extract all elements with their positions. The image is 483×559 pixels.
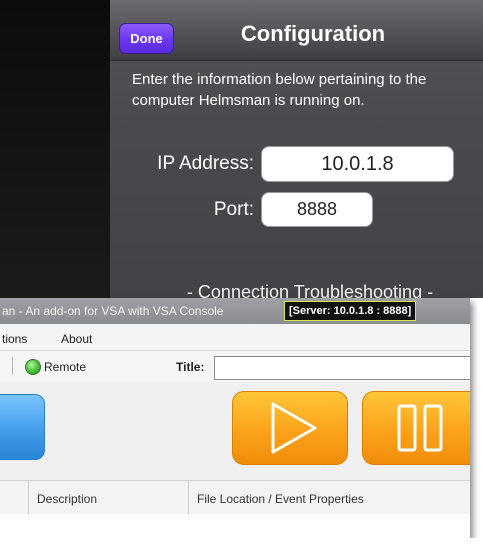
column-file-location[interactable]: File Location / Event Properties (197, 492, 364, 506)
ip-address-label: IP Address: (157, 153, 254, 174)
control-buttons-area (0, 382, 470, 480)
navigation-bar: Done Configuration (110, 0, 483, 61)
toolbar-divider (12, 357, 13, 375)
remote-status-icon (25, 359, 41, 375)
title-label: Title: (176, 360, 205, 374)
desktop-app-window: an - An add-on for VSA with VSA Console … (0, 298, 470, 538)
play-icon (271, 402, 317, 454)
window-title-bar[interactable]: an - An add-on for VSA with VSA Console … (0, 298, 470, 324)
menu-item-options[interactable]: tions (2, 332, 27, 346)
ipad-config-screen: Done Configuration Enter the information… (110, 0, 483, 298)
play-button[interactable] (232, 391, 348, 465)
port-field[interactable]: 8888 (261, 192, 373, 227)
event-list[interactable] (0, 514, 470, 538)
blue-action-button[interactable] (0, 394, 45, 460)
window-title: an - An add-on for VSA with VSA Console (2, 304, 224, 318)
ip-address-field[interactable]: 10.0.1.8 (261, 146, 454, 182)
background-dark-area (0, 0, 110, 298)
column-separator (28, 481, 29, 515)
troubleshooting-heading: - Connection Troubleshooting - (186, 282, 434, 298)
toolbar: Remote Title: (0, 351, 470, 383)
column-separator (188, 481, 189, 515)
menu-item-about[interactable]: About (61, 332, 92, 346)
intro-text: Enter the information below pertaining t… (132, 71, 427, 109)
menu-bar: tions About (0, 324, 470, 351)
page-title: Configuration (240, 21, 386, 46)
server-status-badge: [Server: 10.0.1.8 : 8888] (284, 301, 417, 321)
column-description[interactable]: Description (37, 492, 97, 506)
title-input[interactable] (214, 356, 470, 380)
port-label: Port: (213, 199, 254, 220)
remote-label[interactable]: Remote (44, 360, 86, 374)
done-button[interactable]: Done (119, 23, 174, 54)
page-bottom-margin (0, 538, 483, 559)
pause-button[interactable] (362, 391, 470, 465)
pause-icon (397, 404, 443, 452)
list-column-header: Description File Location / Event Proper… (0, 480, 470, 516)
